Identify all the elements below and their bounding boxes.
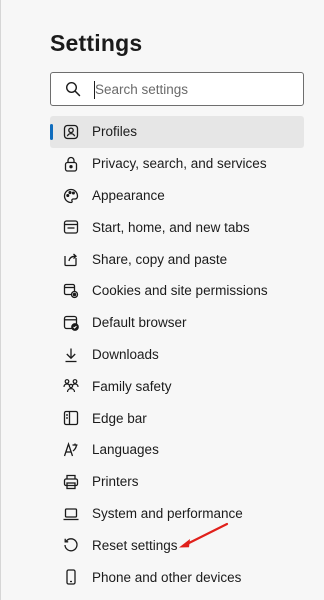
laptop-icon [62, 505, 80, 523]
annotation-arrow [179, 522, 229, 548]
palette-icon [62, 187, 80, 205]
sidebar-item-start-home-tabs[interactable]: Start, home, and new tabs [50, 211, 304, 243]
sidebar-item-languages[interactable]: Languages [50, 434, 304, 466]
sidebar-item-label: Privacy, search, and services [92, 156, 267, 172]
sidebar-item-label: Profiles [92, 124, 138, 140]
family-icon [62, 377, 80, 395]
sidebar-item-label: Phone and other devices [92, 569, 242, 585]
page-title: Settings [50, 30, 143, 56]
sidebar-item-phone-devices[interactable]: Phone and other devices [50, 561, 304, 593]
sidebar-item-label: Printers [92, 474, 139, 490]
reset-icon [62, 536, 80, 554]
sidebar-item-appearance[interactable]: Appearance [50, 180, 304, 212]
lock-icon [62, 155, 80, 173]
sidebar-item-label: Cookies and site permissions [92, 283, 268, 299]
search-input[interactable] [95, 74, 295, 104]
printer-icon [62, 473, 80, 491]
browser-icon [62, 314, 80, 332]
sidebar-item-label: Default browser [92, 315, 187, 331]
sidebar-item-label: Appearance [92, 187, 165, 203]
search-box[interactable] [50, 72, 304, 106]
sidebar-item-share-copy-paste[interactable]: Share, copy and paste [50, 243, 304, 275]
sidebar-item-label: Languages [92, 442, 159, 458]
sidebar-item-label: Reset settings [92, 537, 178, 553]
phone-icon [62, 568, 80, 586]
profile-icon [62, 123, 80, 141]
sidebar-item-label: Downloads [92, 346, 159, 362]
sidebar-item-cookies[interactable]: Cookies and site permissions [50, 275, 304, 307]
sidebar-item-label: Start, home, and new tabs [92, 219, 250, 235]
sidebar-item-family-safety[interactable]: Family safety [50, 370, 304, 402]
settings-sidebar: Settings Profiles Privacy, search, and s… [0, 0, 324, 600]
sidebar-item-privacy[interactable]: Privacy, search, and services [50, 148, 304, 180]
sidebar-item-label: Share, copy and paste [92, 251, 228, 267]
sidebar-item-label: Edge bar [92, 410, 147, 426]
cookies-icon [62, 282, 80, 300]
sidebar-item-default-browser[interactable]: Default browser [50, 307, 304, 339]
sidebar-item-label: Family safety [92, 378, 172, 394]
home-tab-icon [62, 218, 80, 236]
share-icon [62, 250, 80, 268]
sidebar-item-profiles[interactable]: Profiles [50, 116, 304, 148]
language-icon [62, 441, 80, 459]
sidebar-item-downloads[interactable]: Downloads [50, 339, 304, 371]
sidebar-item-printers[interactable]: Printers [50, 466, 304, 498]
download-icon [62, 346, 80, 364]
edge-bar-icon [62, 409, 80, 427]
search-icon [65, 81, 81, 97]
sidebar-item-edge-bar[interactable]: Edge bar [50, 402, 304, 434]
